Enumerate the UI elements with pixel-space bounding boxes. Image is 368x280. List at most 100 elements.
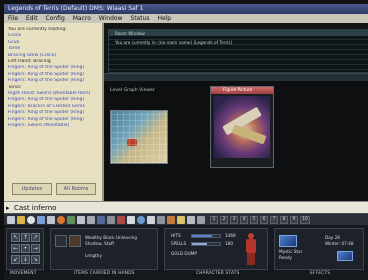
- day-label: Day 28: [325, 235, 340, 240]
- movement-title: MOVEMENT: [10, 271, 37, 276]
- time-label: Winter: 07:48: [325, 241, 354, 246]
- tool-icon[interactable]: [197, 216, 205, 224]
- hands-item-label: Wealthy Black Unleaving: [85, 235, 137, 240]
- menu-bar: File Edit Config Macro Window Status Hel…: [4, 14, 368, 23]
- tool-icon[interactable]: [127, 216, 135, 224]
- tool-icon[interactable]: [147, 216, 155, 224]
- menu-file[interactable]: File: [8, 15, 18, 22]
- hotkey-button-8[interactable]: 8: [280, 216, 288, 224]
- move-southeast-icon[interactable]: ↘: [31, 255, 40, 264]
- move-northeast-icon[interactable]: ↗: [31, 233, 40, 242]
- title-bar: Legends of Terris (Default) DMS: Wiaasi …: [4, 4, 368, 14]
- area-map[interactable]: [110, 110, 168, 164]
- tool-icon[interactable]: [57, 216, 65, 224]
- gold-label: GOLD DUMP: [171, 251, 197, 256]
- tool-icon[interactable]: [97, 216, 105, 224]
- move-east-icon[interactable]: →: [31, 244, 40, 253]
- tool-icon[interactable]: [177, 216, 185, 224]
- inventory-log-panel: You are currently holding: Crock Grub To…: [4, 23, 104, 201]
- status-panels: ↖ ↑ ↗ ← • → ↙ ↓ ↘ MOVEMENT Wealthy Black…: [4, 225, 368, 280]
- command-input[interactable]: [14, 203, 254, 213]
- move-north-icon[interactable]: ↑: [21, 233, 30, 242]
- effects-panel: Mystic Star Ready Day 28 Winter: 07:48: [274, 228, 364, 270]
- stats-panel: HITS 1469 SPELLS 180 GOLD DUMP: [164, 228, 268, 270]
- menu-help[interactable]: Help: [157, 15, 171, 22]
- hp-bar: [191, 234, 221, 238]
- log-line: Fingers: Sword (Wieldable): [8, 123, 70, 129]
- move-south-icon[interactable]: ↓: [21, 255, 30, 264]
- tab-all-rooms[interactable]: All Rooms: [56, 183, 96, 195]
- tool-icon[interactable]: [157, 216, 165, 224]
- tool-icon[interactable]: [117, 216, 125, 224]
- tool-icon[interactable]: [137, 216, 145, 224]
- hands-item-line3: Lengthy: [85, 253, 102, 258]
- character-figure-icon: [245, 233, 257, 265]
- room-text-line: You are currently in: (no room name) (Le…: [115, 40, 233, 45]
- hotkey-button-10[interactable]: 10: [300, 216, 310, 224]
- left-hand-slot-icon[interactable]: [55, 235, 67, 247]
- figure-picture: [214, 96, 270, 158]
- menu-window[interactable]: Window: [99, 15, 123, 22]
- figure-legs: [247, 253, 255, 265]
- move-up-icon[interactable]: •: [21, 244, 30, 253]
- hands-item-sub: Shadow, Staff: [85, 241, 114, 246]
- tab-updates[interactable]: Updates: [12, 183, 52, 195]
- sp-bar: [191, 242, 221, 246]
- map-marker: [127, 139, 137, 146]
- menu-edit[interactable]: Edit: [26, 15, 38, 22]
- app-window: Legends of Terris (Default) DMS: Wiaasi …: [4, 4, 368, 280]
- monitor-bezel: Legends of Terris (Default) DMS: Wiaasi …: [0, 0, 368, 280]
- hotkey-button-6[interactable]: 6: [260, 216, 268, 224]
- stats-title: CHARACTER STATS: [196, 271, 240, 276]
- menu-config[interactable]: Config: [46, 15, 65, 22]
- tool-icon[interactable]: [167, 216, 175, 224]
- tool-icon[interactable]: [27, 216, 35, 224]
- hotkey-button-4[interactable]: 4: [240, 216, 248, 224]
- tool-icon[interactable]: [107, 216, 115, 224]
- room-text-window-titlebar[interactable]: Room Window: [109, 30, 368, 36]
- hp-label: HITS: [171, 233, 181, 238]
- figure-window-title[interactable]: Figure Picture: [211, 87, 273, 94]
- move-west-icon[interactable]: ←: [11, 244, 20, 253]
- move-southwest-icon[interactable]: ↙: [11, 255, 20, 264]
- sp-value: 180: [225, 241, 233, 246]
- room-text-window-title: Room Window: [115, 31, 145, 36]
- tool-icon[interactable]: [67, 216, 75, 224]
- view-window: Room Window Level Graph Viewer Figure Pi…: [104, 73, 368, 202]
- right-hand-slot-icon[interactable]: [69, 235, 81, 247]
- tool-icon[interactable]: [17, 216, 25, 224]
- right-area: Room Window You are currently in: (no ro…: [104, 23, 368, 202]
- spell-effect-icon[interactable]: [279, 235, 297, 247]
- spell-name: Mystic Star: [279, 249, 303, 254]
- log-lines: You are currently holding: Crock Grub To…: [8, 27, 100, 130]
- weather-icon: [337, 251, 353, 261]
- hands-panel: Wealthy Black Unleaving Shadow, Staff Le…: [50, 228, 158, 270]
- hands-title: ITEMS CARRIED IN HANDS: [74, 271, 135, 276]
- hotkey-button-7[interactable]: 7: [270, 216, 278, 224]
- hp-value: 1469: [225, 233, 236, 238]
- hotkey-button-9[interactable]: 9: [290, 216, 298, 224]
- view-window-titlebar[interactable]: Room Window: [104, 74, 368, 132]
- hotkey-button-1[interactable]: 1: [210, 216, 218, 224]
- tool-icon[interactable]: [37, 216, 45, 224]
- effects-title: EFFECTS: [310, 271, 331, 276]
- tool-icon[interactable]: [77, 216, 85, 224]
- tool-icon[interactable]: [7, 216, 15, 224]
- tool-icon[interactable]: [87, 216, 95, 224]
- hotkey-button-2[interactable]: 2: [220, 216, 228, 224]
- menu-macro[interactable]: Macro: [73, 15, 91, 22]
- move-northwest-icon[interactable]: ↖: [11, 233, 20, 242]
- figure-body: [246, 239, 256, 253]
- log-tabs: Updates All Rooms: [12, 183, 102, 195]
- menu-status[interactable]: Status: [130, 15, 149, 22]
- room-text-window: Room Window You are currently in: (no ro…: [108, 29, 368, 73]
- view-label: Level Graph Viewer: [110, 88, 155, 93]
- hotkey-button-5[interactable]: 5: [250, 216, 258, 224]
- hotkey-button-3[interactable]: 3: [230, 216, 238, 224]
- sp-bar-fill: [192, 243, 208, 245]
- tool-icon[interactable]: [187, 216, 195, 224]
- figure-blade: [231, 124, 267, 145]
- tool-icon[interactable]: [47, 216, 55, 224]
- figure-picture-window: Figure Picture: [210, 86, 274, 168]
- hp-bar-fill: [192, 235, 212, 237]
